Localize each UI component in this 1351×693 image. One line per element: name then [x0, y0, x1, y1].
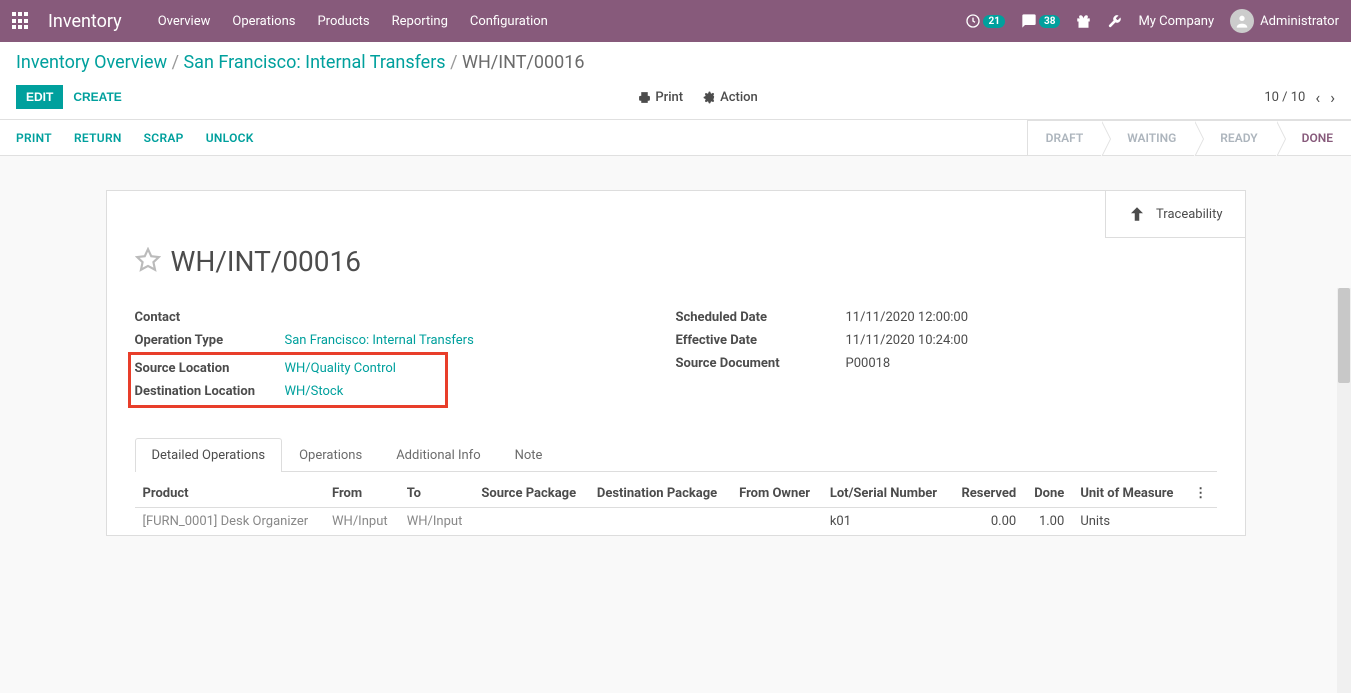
pager-text: 10 / 10 [1264, 90, 1305, 105]
source-document-label: Source Document [676, 356, 846, 371]
cell-dst-pkg [589, 508, 731, 536]
scheduled-date-label: Scheduled Date [676, 310, 846, 325]
print-dropdown[interactable]: Print [638, 90, 683, 105]
source-location-value[interactable]: WH/Quality Control [285, 361, 396, 376]
tab-detailed-operations[interactable]: Detailed Operations [135, 438, 283, 472]
tab-note[interactable]: Note [498, 438, 560, 472]
effective-date-value: 11/11/2020 10:24:00 [846, 333, 969, 348]
col-lot[interactable]: Lot/Serial Number [822, 480, 951, 508]
move-lines-grid: Product From To Source Package Destinati… [135, 480, 1217, 535]
messages-icon[interactable]: 38 [1021, 13, 1060, 29]
status-ready[interactable]: READY [1194, 120, 1275, 156]
breadcrumb: Inventory Overview / San Francisco: Inte… [16, 52, 1335, 73]
form-sheet: Traceability WH/INT/00016 Contact [106, 190, 1246, 536]
pager-next[interactable]: › [1330, 88, 1335, 107]
up-arrow-icon [1128, 205, 1146, 223]
nav-overview[interactable]: Overview [158, 14, 211, 29]
cell-to: WH/Input [399, 508, 474, 536]
effective-date-label: Effective Date [676, 333, 846, 348]
print-button[interactable]: PRINT [16, 131, 52, 145]
cell-owner [731, 508, 822, 536]
col-uom[interactable]: Unit of Measure [1072, 480, 1186, 508]
nav-operations[interactable]: Operations [232, 14, 295, 29]
user-menu[interactable]: Administrator [1230, 9, 1339, 33]
col-destination-package[interactable]: Destination Package [589, 480, 731, 508]
operation-type-label: Operation Type [135, 333, 285, 348]
pager-prev[interactable]: ‹ [1315, 88, 1320, 107]
nav-reporting[interactable]: Reporting [392, 14, 448, 29]
secondary-toolbar: PRINT RETURN SCRAP UNLOCK DRAFT WAITING … [0, 120, 1351, 156]
source-location-label: Source Location [135, 361, 285, 376]
source-document-value: P00018 [846, 356, 891, 371]
avatar-icon [1230, 9, 1254, 33]
gear-icon [703, 91, 716, 104]
col-from-owner[interactable]: From Owner [731, 480, 822, 508]
unlock-button[interactable]: UNLOCK [206, 131, 254, 145]
status-draft[interactable]: DRAFT [1027, 120, 1102, 156]
return-button[interactable]: RETURN [74, 131, 122, 145]
cell-done: 1.00 [1024, 508, 1072, 536]
apps-icon[interactable] [12, 12, 30, 30]
status-waiting[interactable]: WAITING [1101, 120, 1194, 156]
breadcrumb-current: WH/INT/00016 [462, 52, 584, 73]
contact-label: Contact [135, 310, 285, 325]
status-bar: DRAFT WAITING READY DONE [1027, 120, 1351, 156]
activities-badge: 21 [983, 15, 1004, 28]
app-brand: Inventory [48, 11, 122, 32]
cell-from: WH/Input [324, 508, 399, 536]
action-dropdown[interactable]: Action [703, 90, 758, 105]
cell-lot: k01 [822, 508, 951, 536]
scheduled-date-value: 11/11/2020 12:00:00 [846, 310, 969, 325]
nav-products[interactable]: Products [317, 14, 369, 29]
tab-operations[interactable]: Operations [282, 438, 379, 472]
control-panel: Inventory Overview / San Francisco: Inte… [0, 42, 1351, 120]
cell-src-pkg [473, 508, 588, 536]
record-title: WH/INT/00016 [171, 245, 362, 278]
printer-icon [638, 91, 651, 104]
cell-product: [FURN_0001] Desk Organizer [135, 508, 325, 536]
wrench-icon[interactable] [1107, 14, 1122, 29]
breadcrumb-link-1[interactable]: Inventory Overview [16, 52, 167, 73]
destination-location-label: Destination Location [135, 384, 285, 399]
cell-uom: Units [1072, 508, 1186, 536]
operation-type-value[interactable]: San Francisco: Internal Transfers [285, 333, 474, 348]
scrap-button[interactable]: SCRAP [144, 131, 184, 145]
col-to[interactable]: To [399, 480, 474, 508]
company-label[interactable]: My Company [1138, 14, 1214, 29]
topbar-right: 21 38 My Company Administrator [965, 9, 1339, 33]
pager: 10 / 10 ‹ › [1264, 88, 1335, 107]
edit-button[interactable]: EDIT [16, 85, 63, 109]
messages-badge: 38 [1039, 15, 1060, 28]
gift-icon[interactable] [1076, 14, 1091, 29]
breadcrumb-link-2[interactable]: San Francisco: Internal Transfers [183, 52, 445, 73]
scrollbar[interactable] [1337, 288, 1351, 693]
status-done[interactable]: DONE [1276, 120, 1351, 156]
col-from[interactable]: From [324, 480, 399, 508]
destination-location-value[interactable]: WH/Stock [285, 384, 344, 399]
tab-additional-info[interactable]: Additional Info [379, 438, 497, 472]
topbar: Inventory Overview Operations Products R… [0, 0, 1351, 42]
col-done[interactable]: Done [1024, 480, 1072, 508]
optional-columns-icon[interactable]: ⋮ [1186, 480, 1216, 508]
col-source-package[interactable]: Source Package [473, 480, 588, 508]
create-button[interactable]: CREATE [63, 85, 131, 109]
activities-icon[interactable]: 21 [965, 13, 1004, 29]
notebook-tabs: Detailed Operations Operations Additiona… [135, 438, 1217, 472]
user-name: Administrator [1260, 14, 1339, 29]
star-icon[interactable] [135, 247, 161, 277]
nav-configuration[interactable]: Configuration [470, 14, 548, 29]
highlight-annotation: Source Location WH/Quality Control Desti… [128, 352, 448, 408]
cell-reserved: 0.00 [950, 508, 1024, 536]
top-nav: Overview Operations Products Reporting C… [158, 14, 966, 29]
col-reserved[interactable]: Reserved [950, 480, 1024, 508]
scrollbar-thumb[interactable] [1338, 288, 1350, 383]
table-row[interactable]: [FURN_0001] Desk Organizer WH/Input WH/I… [135, 508, 1217, 536]
traceability-button[interactable]: Traceability [1105, 190, 1245, 238]
col-product[interactable]: Product [135, 480, 325, 508]
